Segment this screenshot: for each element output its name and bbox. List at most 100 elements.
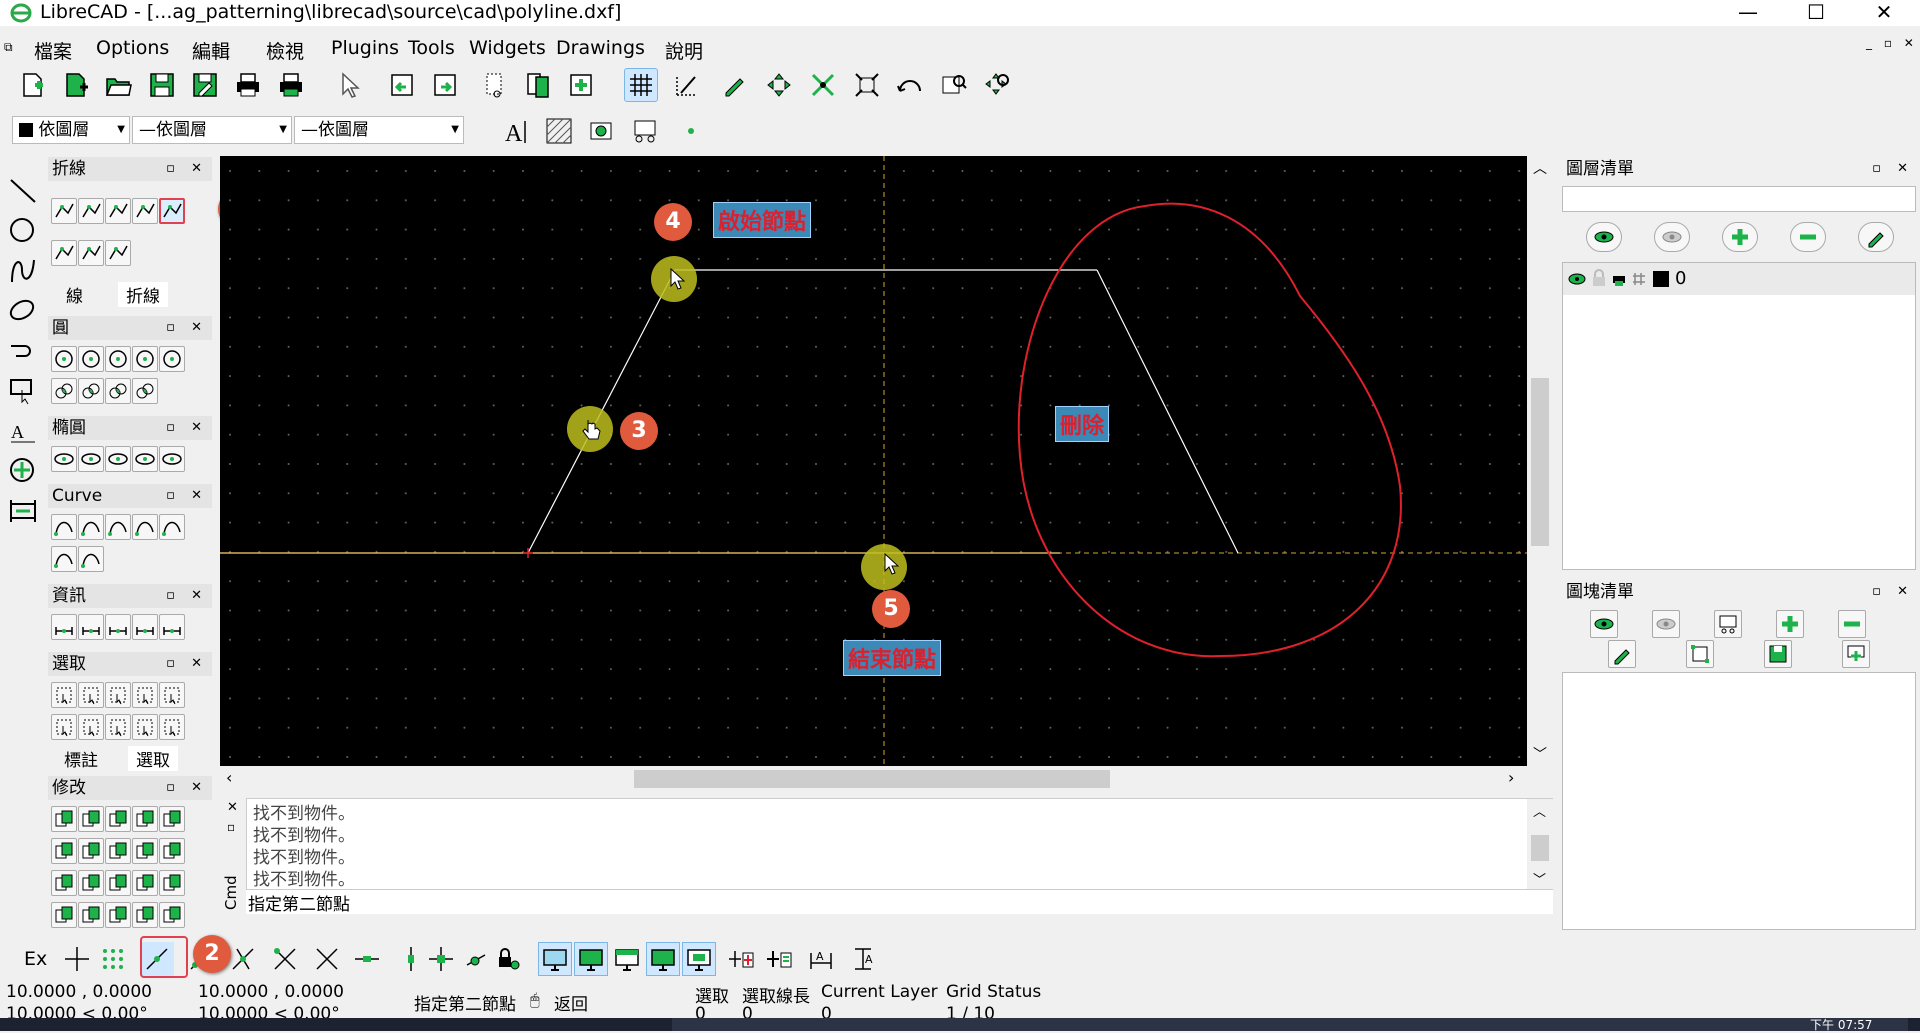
open-file-button[interactable] xyxy=(102,68,136,102)
lock-relative-zero-button[interactable] xyxy=(490,942,524,976)
circle-tool-button[interactable] xyxy=(78,378,104,404)
layer-lock-icon[interactable] xyxy=(1591,269,1607,287)
panel-controls[interactable]: ▫ ✕ xyxy=(166,484,208,508)
pen-linetype-combo[interactable]: —依圖層 ▼ xyxy=(132,116,292,144)
dimension-horizontal-button[interactable]: A xyxy=(804,942,838,976)
menu-plugins[interactable]: Plugins xyxy=(331,37,399,59)
modify-tool-button[interactable] xyxy=(78,806,104,832)
mdi-controls[interactable]: _ ▫ ✕ xyxy=(1866,36,1918,50)
command-input[interactable]: 指定第二節點 xyxy=(246,890,1553,915)
snap-endpoint-button[interactable] xyxy=(268,942,302,976)
menu-widgets[interactable]: Widgets xyxy=(469,37,546,59)
modify-tool-button[interactable] xyxy=(105,902,131,928)
new-file-button[interactable] xyxy=(16,68,50,102)
circle-tool-button[interactable] xyxy=(51,378,77,404)
paste-button[interactable] xyxy=(564,68,598,102)
panel-controls[interactable]: ▫ ✕ xyxy=(1872,580,1914,604)
menu-help[interactable]: 說明 xyxy=(665,37,703,64)
zoom-auto-button[interactable] xyxy=(850,68,884,102)
print-button[interactable] xyxy=(231,68,265,102)
show-all-layers-button[interactable] xyxy=(1586,222,1622,252)
redraw-button[interactable] xyxy=(718,68,752,102)
float-icon[interactable]: ▫ xyxy=(227,820,235,834)
add-block-button[interactable] xyxy=(1776,610,1804,638)
polyline-tool-button[interactable] xyxy=(78,198,104,224)
select-tool-button[interactable] xyxy=(51,714,77,740)
panel-controls[interactable]: ▫ ✕ xyxy=(1872,157,1914,181)
modify-tool-button[interactable] xyxy=(51,902,77,928)
info-tool-button[interactable] xyxy=(78,614,104,640)
remove-layer-button[interactable] xyxy=(1790,222,1826,252)
new-template-button[interactable] xyxy=(59,68,93,102)
zoom-window-button[interactable] xyxy=(937,68,971,102)
circle-tool-button[interactable] xyxy=(132,378,158,404)
panel-controls[interactable]: ▫ ✕ xyxy=(166,157,208,181)
menu-options[interactable]: Options xyxy=(96,37,169,59)
menu-file[interactable]: 檔案 xyxy=(34,37,72,64)
scroll-down-icon[interactable]: ﹀ xyxy=(1533,869,1546,888)
minimize-button[interactable]: — xyxy=(1720,0,1776,26)
zoom-pan-view-button[interactable] xyxy=(981,68,1015,102)
close-icon[interactable]: ✕ xyxy=(227,800,238,815)
layer-print-icon[interactable] xyxy=(1611,271,1627,287)
menu-edit[interactable]: 編輯 xyxy=(192,37,230,64)
layer-row[interactable]: 0 xyxy=(1563,263,1915,295)
copy-button[interactable] xyxy=(521,68,555,102)
snap-intersection-button[interactable] xyxy=(310,942,344,976)
draft-mode-button[interactable] xyxy=(670,68,704,102)
create-block-button[interactable] xyxy=(1714,610,1742,638)
select-tool-button[interactable] xyxy=(159,682,185,708)
scroll-down-icon[interactable]: ﹀ xyxy=(1533,744,1547,764)
zoom-in-button[interactable] xyxy=(806,68,840,102)
circle-tool-button[interactable] xyxy=(159,346,185,372)
polyline-tool-button[interactable] xyxy=(51,240,77,266)
modify-tool-button[interactable] xyxy=(51,806,77,832)
view-monitor-1-button[interactable] xyxy=(538,942,572,976)
history-scroll-thumb[interactable] xyxy=(1531,835,1549,861)
curve-tool-button[interactable] xyxy=(78,514,104,540)
curve-tool-button[interactable] xyxy=(105,514,131,540)
info-tool-button[interactable] xyxy=(159,614,185,640)
modify-tool-button[interactable] xyxy=(78,902,104,928)
dimension-category-icon[interactable] xyxy=(8,496,38,526)
insert-block-button[interactable] xyxy=(1842,640,1870,668)
ellipse-tool-button[interactable] xyxy=(51,446,77,472)
panel-controls[interactable]: ▫ ✕ xyxy=(166,584,208,608)
vertical-scrollbar[interactable]: ︿ ﹀ xyxy=(1527,156,1553,766)
modify-tool-button[interactable] xyxy=(159,838,185,864)
circle-tool-button[interactable] xyxy=(105,378,131,404)
hide-all-blocks-button[interactable] xyxy=(1652,610,1680,638)
remove-block-button[interactable] xyxy=(1838,610,1866,638)
modify-tool-button[interactable] xyxy=(78,870,104,896)
polyline-tool-button[interactable] xyxy=(78,240,104,266)
circle-tool-button[interactable] xyxy=(78,346,104,372)
hide-all-layers-button[interactable] xyxy=(1654,222,1690,252)
relative-zero-button[interactable] xyxy=(460,942,494,976)
point-tool-button[interactable] xyxy=(674,114,708,148)
view-monitor-3-button[interactable] xyxy=(610,942,644,976)
layer-visible-icon[interactable] xyxy=(1567,271,1587,287)
dimension-vertical-button[interactable]: A xyxy=(846,942,880,976)
zoom-pan-button[interactable] xyxy=(762,68,796,102)
ellipse-category-icon[interactable] xyxy=(8,296,38,326)
modify-tool-button[interactable] xyxy=(132,806,158,832)
panel-controls[interactable]: ▫ ✕ xyxy=(166,316,208,340)
add-layer-button[interactable] xyxy=(1722,222,1758,252)
text-tool-button[interactable]: A xyxy=(500,114,534,148)
pen-width-combo[interactable]: —依圖層 ▼ xyxy=(294,116,464,144)
select-tool-button[interactable] xyxy=(51,682,77,708)
panel-controls[interactable]: ▫ ✕ xyxy=(166,416,208,440)
scroll-left-icon[interactable]: ‹ xyxy=(226,768,232,787)
modify-tool-button[interactable] xyxy=(159,870,185,896)
hatch-tool-button[interactable] xyxy=(542,114,576,148)
ellipse-tool-button[interactable] xyxy=(132,446,158,472)
curve-tool-button[interactable] xyxy=(51,546,77,572)
snap-free-button[interactable] xyxy=(60,942,94,976)
zoom-previous-button[interactable] xyxy=(893,68,927,102)
add-snap-point-button[interactable] xyxy=(724,942,758,976)
polyline-tool-button[interactable] xyxy=(159,198,185,224)
circle-tool-button[interactable] xyxy=(132,346,158,372)
scroll-right-icon[interactable]: › xyxy=(1508,768,1514,787)
cut-button[interactable] xyxy=(478,68,512,102)
circle-tool-button[interactable] xyxy=(51,346,77,372)
